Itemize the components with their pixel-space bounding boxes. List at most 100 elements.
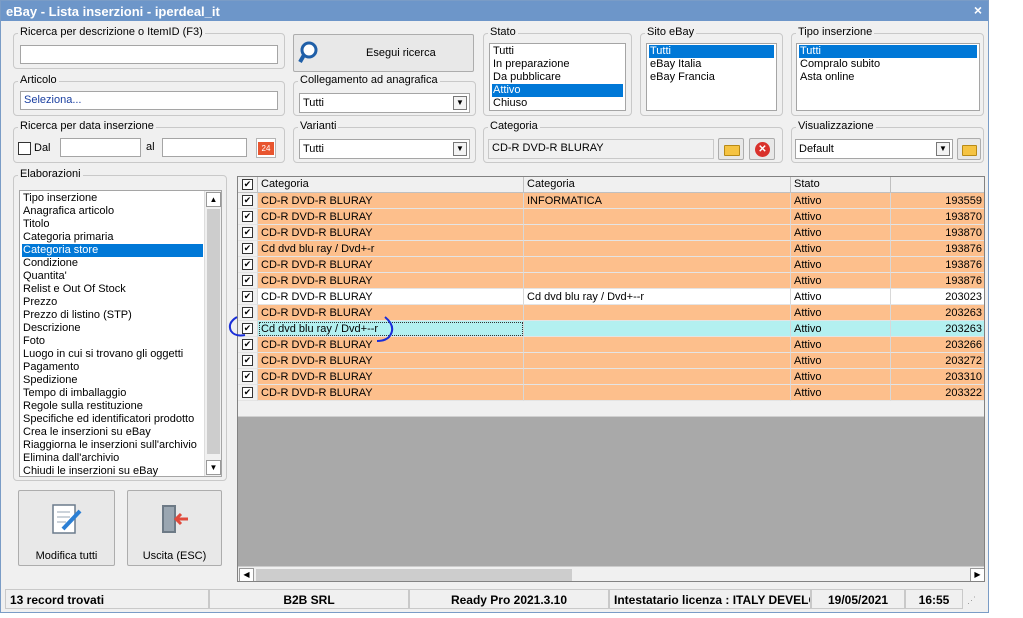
checkbox-icon[interactable]: ✔	[242, 179, 253, 190]
elaborazione-option-item[interactable]: Tempo di imballaggio	[22, 387, 203, 400]
grid-hscrollbar[interactable]: ◀ ▶	[238, 566, 984, 581]
resize-grip-icon[interactable]: ⋰	[967, 595, 976, 606]
checkbox-icon[interactable]: ✔	[242, 227, 253, 238]
table-row[interactable]: ✔ CD-R DVD-R BLURAY Attivo 193870	[238, 225, 984, 241]
close-icon[interactable]: ×	[974, 2, 982, 18]
collegamento-select[interactable]: Tutti ▼	[299, 93, 470, 113]
checkbox-icon[interactable]: ✔	[242, 275, 253, 286]
varianti-select[interactable]: Tutti ▼	[299, 139, 470, 159]
folder-icon[interactable]	[957, 138, 981, 160]
cell-id: 203023	[891, 289, 984, 305]
clear-icon[interactable]: ✕	[749, 138, 775, 160]
elaborazione-option-item[interactable]: Anagrafica articolo	[22, 205, 203, 218]
cell-categoria1: CD-R DVD-R BLURAY	[258, 209, 524, 225]
folder-icon[interactable]	[718, 138, 744, 160]
table-row[interactable]: ✔ CD-R DVD-R BLURAY Attivo 203310	[238, 369, 984, 385]
table-row[interactable]: ✔ CD-R DVD-R BLURAY Attivo 203322	[238, 385, 984, 401]
stato-label: Stato	[488, 26, 518, 38]
cell-id: 203272	[891, 353, 984, 369]
elaborazione-option-item[interactable]: Tipo inserzione	[22, 192, 203, 205]
elaborazione-option-item[interactable]: Specifiche ed identificatori prodotto	[22, 413, 203, 426]
elaborazione-option-item[interactable]: Spedizione	[22, 374, 203, 387]
elaborazione-option-item[interactable]: Crea le inserzioni su eBay	[22, 426, 203, 439]
tipo-option-item[interactable]: Asta online	[799, 71, 977, 84]
checkbox-icon[interactable]: ✔	[242, 259, 253, 270]
elaborazione-option-item[interactable]: Titolo	[22, 218, 203, 231]
uscita-button[interactable]: Uscita (ESC)	[127, 490, 222, 566]
cell-categoria2	[524, 353, 791, 369]
table-row[interactable]: ✔ CD-R DVD-R BLURAY Attivo 193876	[238, 273, 984, 289]
sito-option-item[interactable]: Tutti	[649, 45, 774, 58]
cell-categoria2	[524, 369, 791, 385]
header-col-stato[interactable]: Stato	[791, 177, 891, 193]
inserzioni-grid[interactable]: ✔ Categoria Categoria Stato ✔ CD-R DVD-R …	[237, 176, 985, 582]
chevron-down-icon[interactable]: ▼	[453, 96, 467, 110]
tipo-option-item[interactable]: Compralo subito	[799, 58, 977, 71]
elaborazione-option-item[interactable]: Prezzo di listino (STP)	[22, 309, 203, 322]
table-row[interactable]: ✔ CD-R DVD-R BLURAY Cd dvd blu ray / Dvd+-…	[238, 289, 984, 305]
search-input[interactable]	[20, 45, 278, 64]
sito-listbox[interactable]: Tutti eBay Italia eBay Francia	[646, 43, 777, 111]
table-row[interactable]: ✔ Cd dvd blu ray / Dvd+-r Attivo 193876	[238, 241, 984, 257]
cell-categoria2	[524, 241, 791, 257]
elaborazione-option-item[interactable]: Quantita'	[22, 270, 203, 283]
date-to-input[interactable]	[162, 138, 247, 157]
sito-option-item[interactable]: eBay Italia	[649, 58, 774, 71]
header-col-categoria2[interactable]: Categoria	[524, 177, 791, 193]
elaborazione-option-item[interactable]: Luogo in cui si trovano gli oggetti	[22, 348, 203, 361]
elaborazione-option-item[interactable]: Categoria primaria	[22, 231, 203, 244]
elaborazione-option-item[interactable]: Chiudi le inserzioni su eBay	[22, 465, 203, 478]
elaborazione-option-item[interactable]: Foto	[22, 335, 203, 348]
tipo-option-item[interactable]: Tutti	[799, 45, 977, 58]
row-checkbox-cell: ✔	[238, 273, 258, 289]
checkbox-icon[interactable]: ✔	[242, 371, 253, 382]
elaborazione-option-item[interactable]: Riaggiorna le inserzioni sull'archivio	[22, 439, 203, 452]
cell-id: 193876	[891, 257, 984, 273]
elaborazione-option-item[interactable]: Descrizione	[22, 322, 203, 335]
checkbox-icon[interactable]: ✔	[242, 243, 253, 254]
dal-checkbox[interactable]	[18, 142, 31, 155]
checkbox-icon[interactable]: ✔	[242, 355, 253, 366]
elaborazione-option-item[interactable]: Pagamento	[22, 361, 203, 374]
elaborazione-option-item[interactable]: Elimina dall'archivio	[22, 452, 203, 465]
elaborazioni-listbox[interactable]: Tipo inserzione Anagrafica articolo Titolo…	[19, 190, 222, 477]
elaborazione-option-item[interactable]: Prezzo	[22, 296, 203, 309]
row-checkbox-cell: ✔	[238, 193, 258, 209]
sito-option-item[interactable]: eBay Francia	[649, 71, 774, 84]
checkbox-icon[interactable]: ✔	[242, 211, 253, 222]
calendar-icon[interactable]: 24	[256, 138, 276, 158]
cell-id: 203310	[891, 369, 984, 385]
search-button[interactable]: Esegui ricerca	[293, 34, 474, 72]
header-col-id[interactable]	[891, 177, 984, 193]
tipo-listbox[interactable]: Tutti Compralo subito Asta online	[796, 43, 980, 111]
modifica-tutti-button[interactable]: Modifica tutti	[18, 490, 115, 566]
table-row[interactable]: ✔ CD-R DVD-R BLURAY Attivo 193870	[238, 209, 984, 225]
articolo-field[interactable]: Seleziona...	[20, 91, 278, 110]
date-from-input[interactable]	[60, 138, 141, 157]
stato-listbox[interactable]: Tutti In preparazione Da pubblicare Attivo C…	[489, 43, 626, 111]
checkbox-icon[interactable]: ✔	[242, 195, 253, 206]
table-row[interactable]: ✔ CD-R DVD-R BLURAY INFORMATICA Attivo 19355…	[238, 193, 984, 209]
checkbox-icon[interactable]: ✔	[242, 387, 253, 398]
stato-option-item[interactable]: Chiuso	[492, 97, 623, 110]
header-checkbox-col[interactable]: ✔	[238, 177, 258, 193]
elaborazione-option-item[interactable]: Regole sulla restituzione	[22, 400, 203, 413]
stato-option-item[interactable]: In preparazione	[492, 58, 623, 71]
elaborazione-option-item[interactable]: Categoria store	[22, 244, 203, 257]
stato-option-item[interactable]: Attivo	[492, 84, 623, 97]
sito-label: Sito eBay	[645, 26, 697, 38]
stato-option-item[interactable]: Tutti	[492, 45, 623, 58]
checkbox-icon[interactable]: ✔	[242, 291, 253, 302]
visualizzazione-select[interactable]: Default ▼	[795, 139, 953, 159]
elaborazioni-scrollbar[interactable]: ▲ ▼	[204, 191, 221, 476]
chevron-down-icon[interactable]: ▼	[453, 142, 467, 156]
elaborazione-option-item[interactable]: Relist e Out Of Stock	[22, 283, 203, 296]
varianti-group: Varianti Tutti ▼	[293, 120, 476, 163]
chevron-down-icon[interactable]: ▼	[936, 142, 950, 156]
varianti-label: Varianti	[298, 120, 339, 132]
elaborazione-option-item[interactable]: Condizione	[22, 257, 203, 270]
stato-option-item[interactable]: Da pubblicare	[492, 71, 623, 84]
table-row[interactable]: ✔ CD-R DVD-R BLURAY Attivo 203272	[238, 353, 984, 369]
table-row[interactable]: ✔ CD-R DVD-R BLURAY Attivo 193876	[238, 257, 984, 273]
header-col-categoria1[interactable]: Categoria	[258, 177, 524, 193]
